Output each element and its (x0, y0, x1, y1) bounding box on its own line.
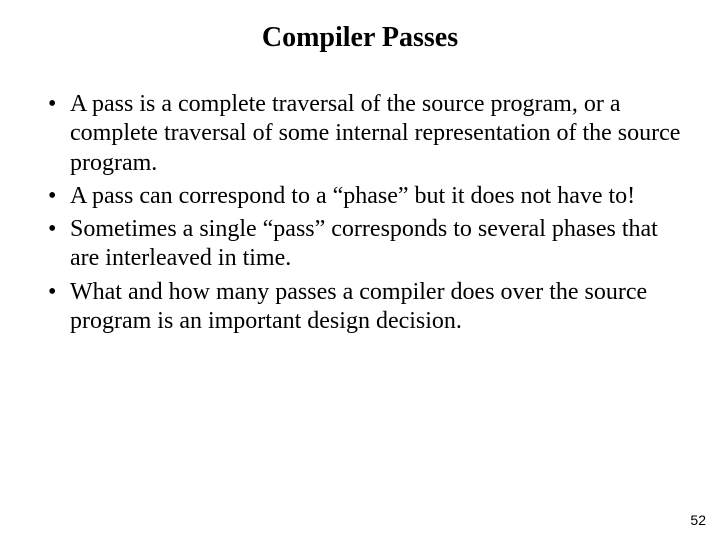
page-number: 52 (690, 512, 706, 528)
list-item: What and how many passes a compiler does… (48, 278, 690, 337)
slide: Compiler Passes A pass is a complete tra… (0, 0, 720, 540)
bullet-list: A pass is a complete traversal of the so… (30, 90, 690, 336)
list-item: Sometimes a single “pass” corresponds to… (48, 215, 690, 274)
slide-title: Compiler Passes (30, 22, 690, 54)
list-item: A pass can correspond to a “phase” but i… (48, 182, 690, 211)
list-item: A pass is a complete traversal of the so… (48, 90, 690, 178)
